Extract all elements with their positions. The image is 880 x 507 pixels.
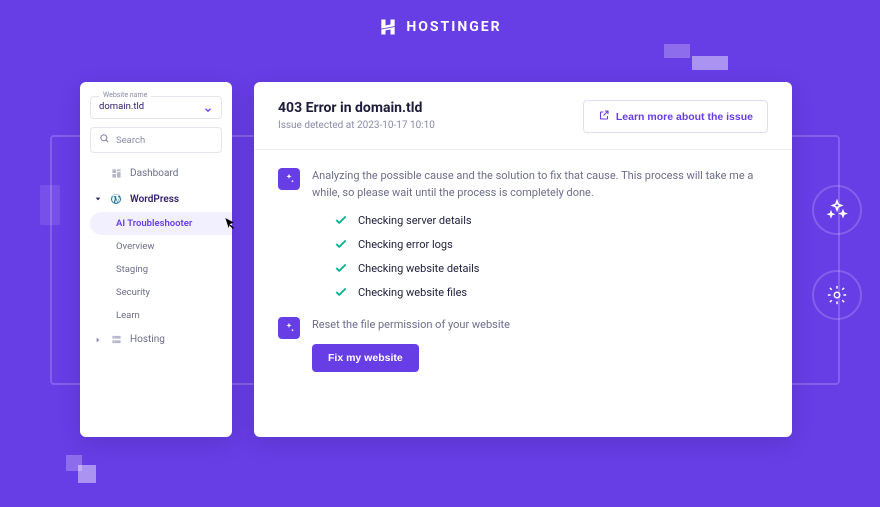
nav-label: Hosting	[130, 334, 165, 345]
issue-title-block: 403 Error in domain.tld Issue detected a…	[278, 100, 435, 131]
website-selector[interactable]: Website name domain.tld	[90, 96, 222, 119]
caret-right-icon	[94, 336, 102, 344]
dashboard-icon	[110, 168, 122, 179]
fix-row: Reset the file permission of your websit…	[278, 317, 768, 372]
nav-wordpress[interactable]: WordPress	[80, 186, 232, 212]
wordpress-icon	[110, 193, 122, 205]
nav-label: Dashboard	[130, 168, 178, 179]
learn-more-label: Learn more about the issue	[616, 111, 753, 123]
nav-security[interactable]: Security	[80, 281, 232, 304]
analysis-intro-row: Analyzing the possible cause and the sol…	[278, 168, 768, 201]
check-icon	[334, 261, 348, 275]
workspace: Website name domain.tld Search Dashboard	[80, 82, 792, 437]
check-list: Checking server details Checking error l…	[334, 213, 768, 299]
fix-intro-text: Reset the file permission of your websit…	[312, 317, 510, 334]
nav-label: WordPress	[130, 194, 179, 205]
search-input[interactable]: Search	[90, 127, 222, 153]
search-placeholder: Search	[116, 135, 145, 146]
learn-more-button[interactable]: Learn more about the issue	[583, 100, 768, 133]
website-selector-value: domain.tld	[99, 101, 213, 112]
issue-header: 403 Error in domain.tld Issue detected a…	[254, 82, 792, 150]
search-icon	[99, 133, 110, 147]
bg-chip-left	[40, 185, 60, 225]
check-item: Checking website files	[334, 285, 768, 299]
analysis-intro-text: Analyzing the possible cause and the sol…	[312, 168, 768, 201]
bg-sq	[664, 44, 690, 58]
bg-gear-circle	[812, 270, 862, 320]
cursor-icon	[222, 216, 238, 235]
check-item: Checking error logs	[334, 237, 768, 251]
fix-block: Reset the file permission of your websit…	[312, 317, 510, 372]
issue-detected-at: Issue detected at 2023-10-17 10:10	[278, 120, 435, 131]
brand-name: HOSTINGER	[406, 19, 501, 35]
nav-staging[interactable]: Staging	[80, 258, 232, 281]
brand-header: HOSTINGER	[0, 12, 880, 42]
nav-label: AI Troubleshooter	[116, 218, 192, 229]
caret-down-icon	[94, 195, 102, 203]
nav-label: Staging	[116, 264, 148, 275]
bg-ai-circle	[812, 185, 862, 235]
ai-sparkle-icon	[278, 317, 300, 339]
nav-dashboard[interactable]: Dashboard	[80, 161, 232, 186]
sidebar: Website name domain.tld Search Dashboard	[80, 82, 232, 437]
check-icon	[334, 285, 348, 299]
issue-title: 403 Error in domain.tld	[278, 100, 435, 116]
nav-ai-troubleshooter[interactable]: AI Troubleshooter	[90, 212, 232, 235]
external-link-icon	[598, 109, 610, 124]
nav-hosting[interactable]: Hosting	[80, 327, 232, 352]
check-label: Checking website details	[358, 262, 479, 275]
fix-my-website-button[interactable]: Fix my website	[312, 344, 419, 372]
hostinger-logo-icon	[378, 17, 398, 37]
fix-button-label: Fix my website	[328, 352, 403, 364]
website-selector-label: Website name	[99, 91, 151, 99]
issue-panel: 403 Error in domain.tld Issue detected a…	[254, 82, 792, 437]
nav-label: Overview	[116, 241, 155, 252]
check-label: Checking website files	[358, 286, 467, 299]
nav-label: Learn	[116, 310, 140, 321]
check-label: Checking error logs	[358, 238, 453, 251]
check-icon	[334, 213, 348, 227]
wordpress-submenu: AI Troubleshooter Overview Staging Secur…	[80, 212, 232, 327]
nav-learn[interactable]: Learn	[80, 304, 232, 327]
hosting-icon	[110, 334, 122, 345]
nav-label: Security	[116, 287, 150, 298]
chevron-down-icon	[203, 105, 213, 118]
check-item: Checking server details	[334, 213, 768, 227]
check-icon	[334, 237, 348, 251]
issue-body: Analyzing the possible cause and the sol…	[254, 150, 792, 404]
check-label: Checking server details	[358, 214, 472, 227]
nav-overview[interactable]: Overview	[80, 235, 232, 258]
check-item: Checking website details	[334, 261, 768, 275]
sidebar-nav: Dashboard WordPress AI Troubleshooter	[80, 161, 232, 352]
bg-sq	[692, 56, 728, 70]
bg-sq	[78, 465, 96, 483]
ai-sparkle-icon	[278, 168, 300, 190]
